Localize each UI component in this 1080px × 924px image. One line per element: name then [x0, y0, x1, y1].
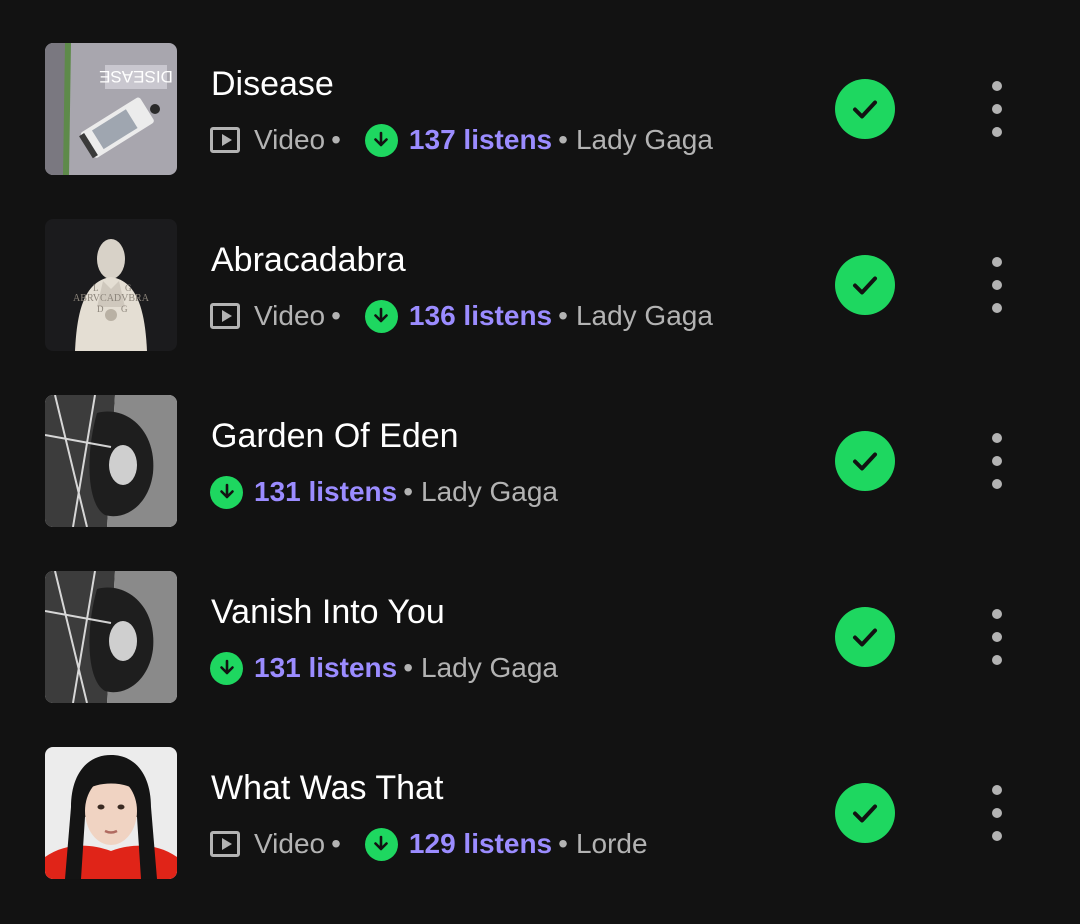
- svg-text:D: D: [97, 304, 104, 314]
- track-title: Vanish Into You: [211, 593, 445, 631]
- svg-text:DISEASE: DISEASE: [99, 67, 173, 86]
- track-title: Disease: [211, 65, 334, 103]
- separator-dot: •: [331, 300, 341, 331]
- added-check-button[interactable]: [835, 431, 895, 491]
- listen-count: 136 listens: [408, 300, 553, 331]
- more-options-icon: [992, 433, 1002, 443]
- checkmark-icon: [853, 804, 877, 823]
- track-list: DISEASE Disease Video • 137 listens • La…: [0, 0, 1080, 924]
- album-cover-what-was-that: [45, 747, 177, 879]
- download-icon: [210, 475, 243, 509]
- svg-text:ABRVCADVBRA: ABRVCADVBRA: [73, 293, 150, 304]
- video-label: Video: [254, 300, 326, 331]
- more-options-icon: [992, 609, 1002, 619]
- track-row[interactable]: Garden Of Eden 131 listens • Lady Gaga: [0, 372, 1080, 548]
- added-check-button[interactable]: [835, 607, 895, 667]
- track-meta: Video • 137 listens • Lady Gaga: [210, 120, 713, 160]
- download-icon: [364, 299, 398, 333]
- separator-dot: •: [558, 124, 568, 155]
- track-row[interactable]: DISEASE Disease Video • 137 listens • La…: [0, 20, 1080, 196]
- video-icon: [210, 831, 240, 857]
- separator-dot: •: [331, 828, 341, 859]
- album-cover-mayhem: [45, 571, 177, 703]
- artist-name[interactable]: Lady Gaga: [576, 124, 713, 156]
- more-options-icon: [992, 785, 1002, 795]
- video-icon: [210, 127, 240, 153]
- album-cover-abracadabra: ABRVCADVBRA L G D G: [45, 219, 177, 351]
- track-meta: Video • 129 listens • Lorde: [210, 824, 648, 864]
- video-label: Video: [254, 124, 326, 155]
- listen-count: 131 listens: [254, 476, 398, 507]
- artist-name[interactable]: Lady Gaga: [421, 476, 558, 508]
- added-check-button[interactable]: [835, 79, 895, 139]
- more-options-button[interactable]: [980, 783, 1014, 843]
- separator-dot: •: [403, 652, 414, 683]
- separator-dot: •: [558, 300, 568, 331]
- more-options-icon: [992, 257, 1002, 267]
- checkmark-icon: [853, 276, 877, 295]
- more-options-button[interactable]: [980, 607, 1014, 667]
- video-label: Video: [254, 828, 326, 859]
- listen-count: 129 listens: [408, 828, 553, 859]
- added-check-button[interactable]: [835, 783, 895, 843]
- checkmark-icon: [853, 100, 877, 119]
- more-options-button[interactable]: [980, 431, 1014, 491]
- separator-dot: •: [331, 124, 341, 155]
- artist-name[interactable]: Lorde: [576, 828, 648, 860]
- separator-dot: •: [558, 828, 568, 859]
- svg-text:G: G: [121, 304, 128, 314]
- svg-text:G: G: [125, 283, 132, 293]
- listen-count: 131 listens: [254, 652, 398, 683]
- download-icon: [210, 651, 243, 685]
- added-check-button[interactable]: [835, 255, 895, 315]
- download-icon: [364, 827, 398, 861]
- track-title: Garden Of Eden: [211, 417, 459, 455]
- separator-dot: •: [403, 476, 414, 507]
- svg-text:L: L: [93, 283, 99, 293]
- album-cover-disease: DISEASE: [45, 43, 177, 175]
- artist-name[interactable]: Lady Gaga: [576, 300, 713, 332]
- track-row[interactable]: ABRVCADVBRA L G D G Abracadabra Video • …: [0, 196, 1080, 372]
- track-meta: Video • 136 listens • Lady Gaga: [210, 296, 713, 336]
- track-row[interactable]: Vanish Into You 131 listens • Lady Gaga: [0, 548, 1080, 724]
- artist-name[interactable]: Lady Gaga: [421, 652, 558, 684]
- more-options-button[interactable]: [980, 79, 1014, 139]
- more-options-button[interactable]: [980, 255, 1014, 315]
- more-options-icon: [992, 81, 1002, 91]
- download-icon: [364, 123, 398, 157]
- checkmark-icon: [853, 628, 877, 647]
- track-row[interactable]: What Was That Video • 129 listens • Lord…: [0, 724, 1080, 900]
- listen-count: 137 listens: [408, 124, 553, 155]
- track-meta: 131 listens • Lady Gaga: [210, 648, 558, 688]
- track-title: What Was That: [211, 769, 444, 807]
- track-title: Abracadabra: [211, 241, 406, 279]
- checkmark-icon: [853, 452, 877, 471]
- track-meta: 131 listens • Lady Gaga: [210, 472, 558, 512]
- album-cover-mayhem: [45, 395, 177, 527]
- video-icon: [210, 303, 240, 329]
